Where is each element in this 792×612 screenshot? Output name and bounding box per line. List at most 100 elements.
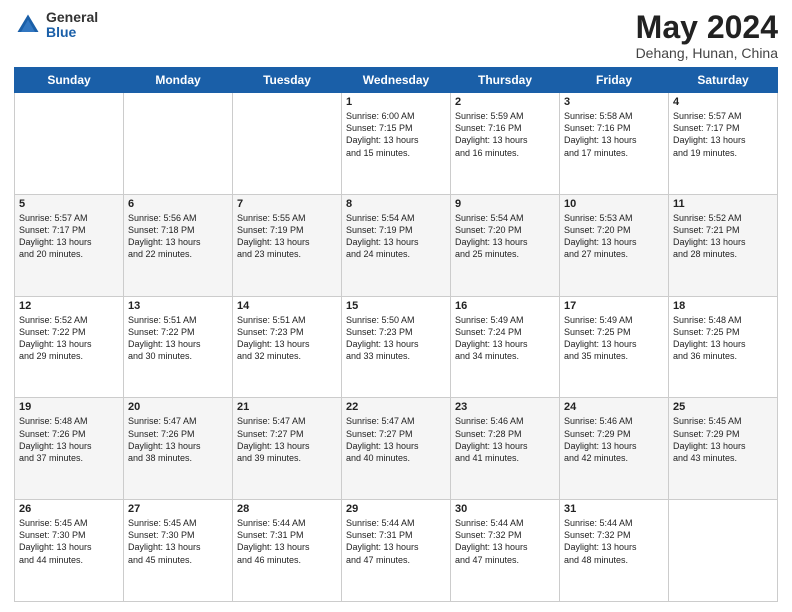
- cell-info: Sunrise: 5:59 AM Sunset: 7:16 PM Dayligh…: [455, 110, 555, 159]
- calendar-cell: 29 Sunrise: 5:44 AM Sunset: 7:31 PM Dayli…: [342, 500, 451, 602]
- cell-info: Sunrise: 5:57 AM Sunset: 7:17 PM Dayligh…: [19, 212, 119, 261]
- cell-info: Sunrise: 5:47 AM Sunset: 7:26 PM Dayligh…: [128, 415, 228, 464]
- calendar-cell: 10 Sunrise: 5:53 AM Sunset: 7:20 PM Dayli…: [560, 194, 669, 296]
- day-number: 20: [128, 401, 228, 413]
- location: Dehang, Hunan, China: [636, 45, 778, 61]
- cell-info: Sunrise: 5:44 AM Sunset: 7:32 PM Dayligh…: [564, 517, 664, 566]
- calendar-cell: 6 Sunrise: 5:56 AM Sunset: 7:18 PM Daylig…: [124, 194, 233, 296]
- day-number: 28: [237, 503, 337, 515]
- weekday-header: Saturday: [669, 68, 778, 93]
- calendar-cell: 17 Sunrise: 5:49 AM Sunset: 7:25 PM Dayli…: [560, 296, 669, 398]
- calendar-cell: 14 Sunrise: 5:51 AM Sunset: 7:23 PM Dayli…: [233, 296, 342, 398]
- calendar-cell: 16Sunrise: 5:49 AM Sunset: 7:24 PM Dayli…: [451, 296, 560, 398]
- calendar-cell: 1 Sunrise: 6:00 AM Sunset: 7:15 PM Daylig…: [342, 93, 451, 195]
- calendar-cell: 26Sunrise: 5:45 AM Sunset: 7:30 PM Dayli…: [15, 500, 124, 602]
- logo-blue-text: Blue: [46, 25, 98, 40]
- calendar-cell: 30Sunrise: 5:44 AM Sunset: 7:32 PM Dayli…: [451, 500, 560, 602]
- calendar-week-row: 12 Sunrise: 5:52 AM Sunset: 7:22 PM Dayli…: [15, 296, 778, 398]
- calendar-cell: 11 Sunrise: 5:52 AM Sunset: 7:21 PM Dayli…: [669, 194, 778, 296]
- day-number: 5: [19, 198, 119, 210]
- weekday-header: Friday: [560, 68, 669, 93]
- cell-info: Sunrise: 5:47 AM Sunset: 7:27 PM Dayligh…: [346, 415, 446, 464]
- logo-icon: [14, 11, 42, 39]
- cell-info: Sunrise: 5:52 AM Sunset: 7:22 PM Dayligh…: [19, 314, 119, 363]
- day-number: 17: [564, 300, 664, 312]
- day-number: 31: [564, 503, 664, 515]
- cell-info: Sunrise: 5:44 AM Sunset: 7:31 PM Dayligh…: [346, 517, 446, 566]
- day-number: 6: [128, 198, 228, 210]
- logo: General Blue: [14, 10, 98, 41]
- day-number: 1: [346, 96, 446, 108]
- day-number: 4: [673, 96, 773, 108]
- day-number: 30: [455, 503, 555, 515]
- header: General Blue May 2024 Dehang, Hunan, Chi…: [14, 10, 778, 61]
- calendar-cell: 9 Sunrise: 5:54 AM Sunset: 7:20 PM Daylig…: [451, 194, 560, 296]
- calendar-cell: 4Sunrise: 5:57 AM Sunset: 7:17 PM Daylig…: [669, 93, 778, 195]
- calendar-cell: 24Sunrise: 5:46 AM Sunset: 7:29 PM Dayli…: [560, 398, 669, 500]
- logo-general-text: General: [46, 10, 98, 25]
- calendar-cell: 15Sunrise: 5:50 AM Sunset: 7:23 PM Dayli…: [342, 296, 451, 398]
- calendar-cell: [124, 93, 233, 195]
- calendar-week-row: 1 Sunrise: 6:00 AM Sunset: 7:15 PM Daylig…: [15, 93, 778, 195]
- cell-info: Sunrise: 5:49 AM Sunset: 7:25 PM Dayligh…: [564, 314, 664, 363]
- cell-info: Sunrise: 5:51 AM Sunset: 7:22 PM Dayligh…: [128, 314, 228, 363]
- calendar-cell: 13Sunrise: 5:51 AM Sunset: 7:22 PM Dayli…: [124, 296, 233, 398]
- day-number: 8: [346, 198, 446, 210]
- weekday-header: Wednesday: [342, 68, 451, 93]
- calendar-cell: 31 Sunrise: 5:44 AM Sunset: 7:32 PM Dayli…: [560, 500, 669, 602]
- calendar-cell: [669, 500, 778, 602]
- day-number: 18: [673, 300, 773, 312]
- cell-info: Sunrise: 5:54 AM Sunset: 7:20 PM Dayligh…: [455, 212, 555, 261]
- cell-info: Sunrise: 5:55 AM Sunset: 7:19 PM Dayligh…: [237, 212, 337, 261]
- page: General Blue May 2024 Dehang, Hunan, Chi…: [0, 0, 792, 612]
- day-number: 9: [455, 198, 555, 210]
- day-number: 25: [673, 401, 773, 413]
- month-year: May 2024: [636, 10, 778, 45]
- weekday-header: Sunday: [15, 68, 124, 93]
- day-number: 12: [19, 300, 119, 312]
- calendar-header-row: SundayMondayTuesdayWednesdayThursdayFrid…: [15, 68, 778, 93]
- cell-info: Sunrise: 5:47 AM Sunset: 7:27 PM Dayligh…: [237, 415, 337, 464]
- cell-info: Sunrise: 5:45 AM Sunset: 7:30 PM Dayligh…: [128, 517, 228, 566]
- weekday-header: Monday: [124, 68, 233, 93]
- cell-info: Sunrise: 5:52 AM Sunset: 7:21 PM Dayligh…: [673, 212, 773, 261]
- calendar-cell: 2Sunrise: 5:59 AM Sunset: 7:16 PM Daylig…: [451, 93, 560, 195]
- cell-info: Sunrise: 5:45 AM Sunset: 7:30 PM Dayligh…: [19, 517, 119, 566]
- calendar-cell: 22 Sunrise: 5:47 AM Sunset: 7:27 PM Dayli…: [342, 398, 451, 500]
- title-block: May 2024 Dehang, Hunan, China: [636, 10, 778, 61]
- day-number: 7: [237, 198, 337, 210]
- calendar-cell: 5 Sunrise: 5:57 AM Sunset: 7:17 PM Daylig…: [15, 194, 124, 296]
- calendar-cell: 23Sunrise: 5:46 AM Sunset: 7:28 PM Dayli…: [451, 398, 560, 500]
- cell-info: Sunrise: 5:53 AM Sunset: 7:20 PM Dayligh…: [564, 212, 664, 261]
- day-number: 22: [346, 401, 446, 413]
- day-number: 21: [237, 401, 337, 413]
- day-number: 10: [564, 198, 664, 210]
- calendar-cell: 19Sunrise: 5:48 AM Sunset: 7:26 PM Dayli…: [15, 398, 124, 500]
- day-number: 3: [564, 96, 664, 108]
- cell-info: Sunrise: 6:00 AM Sunset: 7:15 PM Dayligh…: [346, 110, 446, 159]
- calendar-cell: 3Sunrise: 5:58 AM Sunset: 7:16 PM Daylig…: [560, 93, 669, 195]
- day-number: 24: [564, 401, 664, 413]
- day-number: 29: [346, 503, 446, 515]
- weekday-header: Thursday: [451, 68, 560, 93]
- calendar-week-row: 19Sunrise: 5:48 AM Sunset: 7:26 PM Dayli…: [15, 398, 778, 500]
- day-number: 14: [237, 300, 337, 312]
- calendar-cell: 21 Sunrise: 5:47 AM Sunset: 7:27 PM Dayli…: [233, 398, 342, 500]
- weekday-header: Tuesday: [233, 68, 342, 93]
- calendar-cell: 8 Sunrise: 5:54 AM Sunset: 7:19 PM Daylig…: [342, 194, 451, 296]
- logo-text: General Blue: [46, 10, 98, 41]
- cell-info: Sunrise: 5:54 AM Sunset: 7:19 PM Dayligh…: [346, 212, 446, 261]
- day-number: 11: [673, 198, 773, 210]
- calendar-table: SundayMondayTuesdayWednesdayThursdayFrid…: [14, 67, 778, 602]
- calendar-cell: 28Sunrise: 5:44 AM Sunset: 7:31 PM Dayli…: [233, 500, 342, 602]
- cell-info: Sunrise: 5:48 AM Sunset: 7:26 PM Dayligh…: [19, 415, 119, 464]
- calendar-cell: 25Sunrise: 5:45 AM Sunset: 7:29 PM Dayli…: [669, 398, 778, 500]
- calendar-week-row: 26Sunrise: 5:45 AM Sunset: 7:30 PM Dayli…: [15, 500, 778, 602]
- cell-info: Sunrise: 5:56 AM Sunset: 7:18 PM Dayligh…: [128, 212, 228, 261]
- calendar-cell: [233, 93, 342, 195]
- calendar-cell: [15, 93, 124, 195]
- cell-info: Sunrise: 5:51 AM Sunset: 7:23 PM Dayligh…: [237, 314, 337, 363]
- cell-info: Sunrise: 5:50 AM Sunset: 7:23 PM Dayligh…: [346, 314, 446, 363]
- day-number: 16: [455, 300, 555, 312]
- calendar-cell: 12 Sunrise: 5:52 AM Sunset: 7:22 PM Dayli…: [15, 296, 124, 398]
